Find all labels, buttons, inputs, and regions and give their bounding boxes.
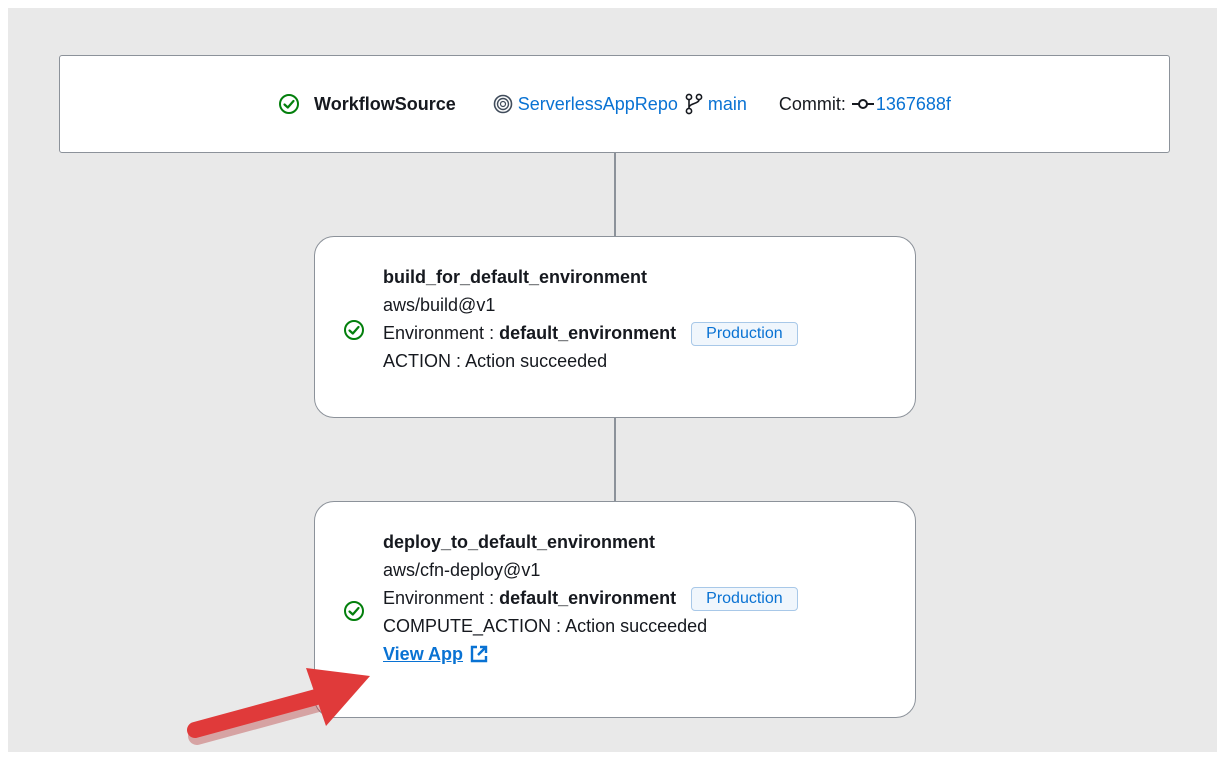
commit-icon [851,97,874,111]
source-status-success-icon [278,93,300,115]
build-status-success-icon [343,319,365,346]
build-environment-row: Environment : default_environment Produc… [383,319,798,347]
build-status-row: ACTION : Action succeeded [383,347,798,375]
deploy-environment-row: Environment : default_environment Produc… [383,584,798,612]
commit-label: Commit: [778,93,846,114]
build-type-key: ACTION [383,351,452,371]
workflow-source-title: WorkflowSource [314,93,456,114]
build-environment-badge: Production [691,322,798,346]
deploy-action-node[interactable]: deploy_to_default_environment aws/cfn-de… [314,501,916,718]
deploy-action-name: deploy_to_default_environment [383,532,656,552]
branch-icon [684,93,704,115]
build-action-identifier: aws/build@v1 [383,295,496,315]
build-action-name: build_for_default_environment [383,267,648,287]
deploy-status-row: COMPUTE_ACTION : Action succeeded [383,612,798,640]
deploy-status-sep: : [556,616,562,636]
build-status-text: Action succeeded [465,351,608,371]
connector-build-to-deploy [614,418,616,501]
deploy-type-key: COMPUTE_ACTION [383,616,552,636]
build-environment-sep: : [489,323,495,343]
deploy-environment-value: default_environment [499,588,677,608]
build-action-node[interactable]: build_for_default_environment aws/build@… [314,236,916,418]
branch-link[interactable]: main [708,94,747,115]
repository-icon [492,93,514,115]
view-app-label: View App [383,644,464,664]
workflow-source-node[interactable]: WorkflowSource ServerlessAppRepo main Co… [59,55,1170,153]
deploy-environment-badge: Production [691,587,798,611]
view-app-link[interactable]: View App [383,640,489,668]
connector-source-to-build [614,153,616,236]
build-environment-value: default_environment [499,323,677,343]
external-link-icon [469,644,489,664]
deploy-environment-key: Environment [383,588,485,608]
deploy-action-identifier: aws/cfn-deploy@v1 [383,560,541,580]
build-environment-key: Environment [383,323,485,343]
repository-link[interactable]: ServerlessAppRepo [518,94,678,115]
commit-link[interactable]: 1367688f [876,94,951,115]
build-status-sep: : [456,351,462,371]
deploy-status-text: Action succeeded [565,616,708,636]
deploy-environment-sep: : [489,588,495,608]
deploy-status-success-icon [343,600,365,627]
